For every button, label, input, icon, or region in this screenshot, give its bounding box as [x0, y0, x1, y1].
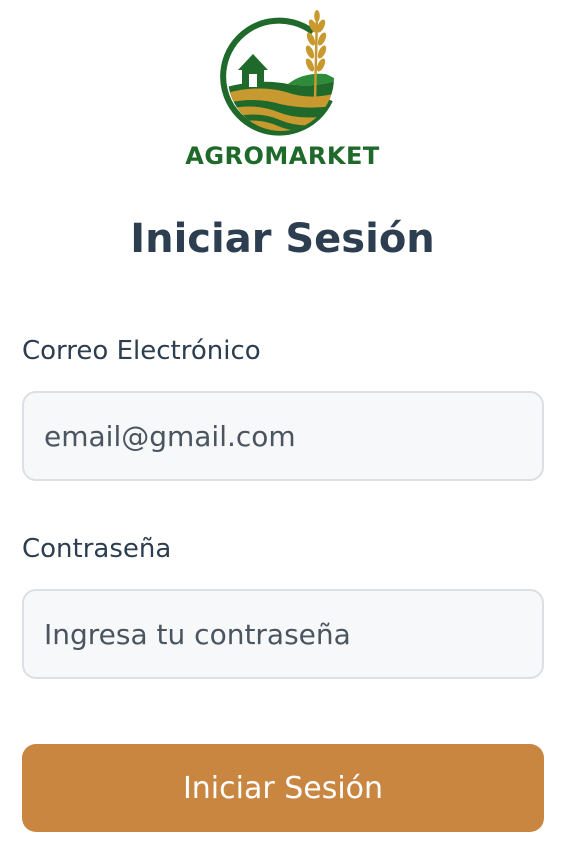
password-label: Contraseña — [22, 534, 172, 564]
email-label: Correo Electrónico — [22, 336, 261, 366]
page-title: Iniciar Sesión — [130, 216, 435, 262]
password-field[interactable] — [22, 589, 544, 679]
login-button[interactable]: Iniciar Sesión — [22, 744, 544, 832]
login-page: AGROMARKET Iniciar Sesión Correo Electró… — [0, 0, 565, 848]
email-field[interactable] — [22, 391, 544, 481]
brand-name: AGROMARKET — [185, 142, 380, 170]
farm-wheat-logo-icon — [219, 10, 334, 136]
brand-logo: AGROMARKET — [0, 10, 565, 170]
